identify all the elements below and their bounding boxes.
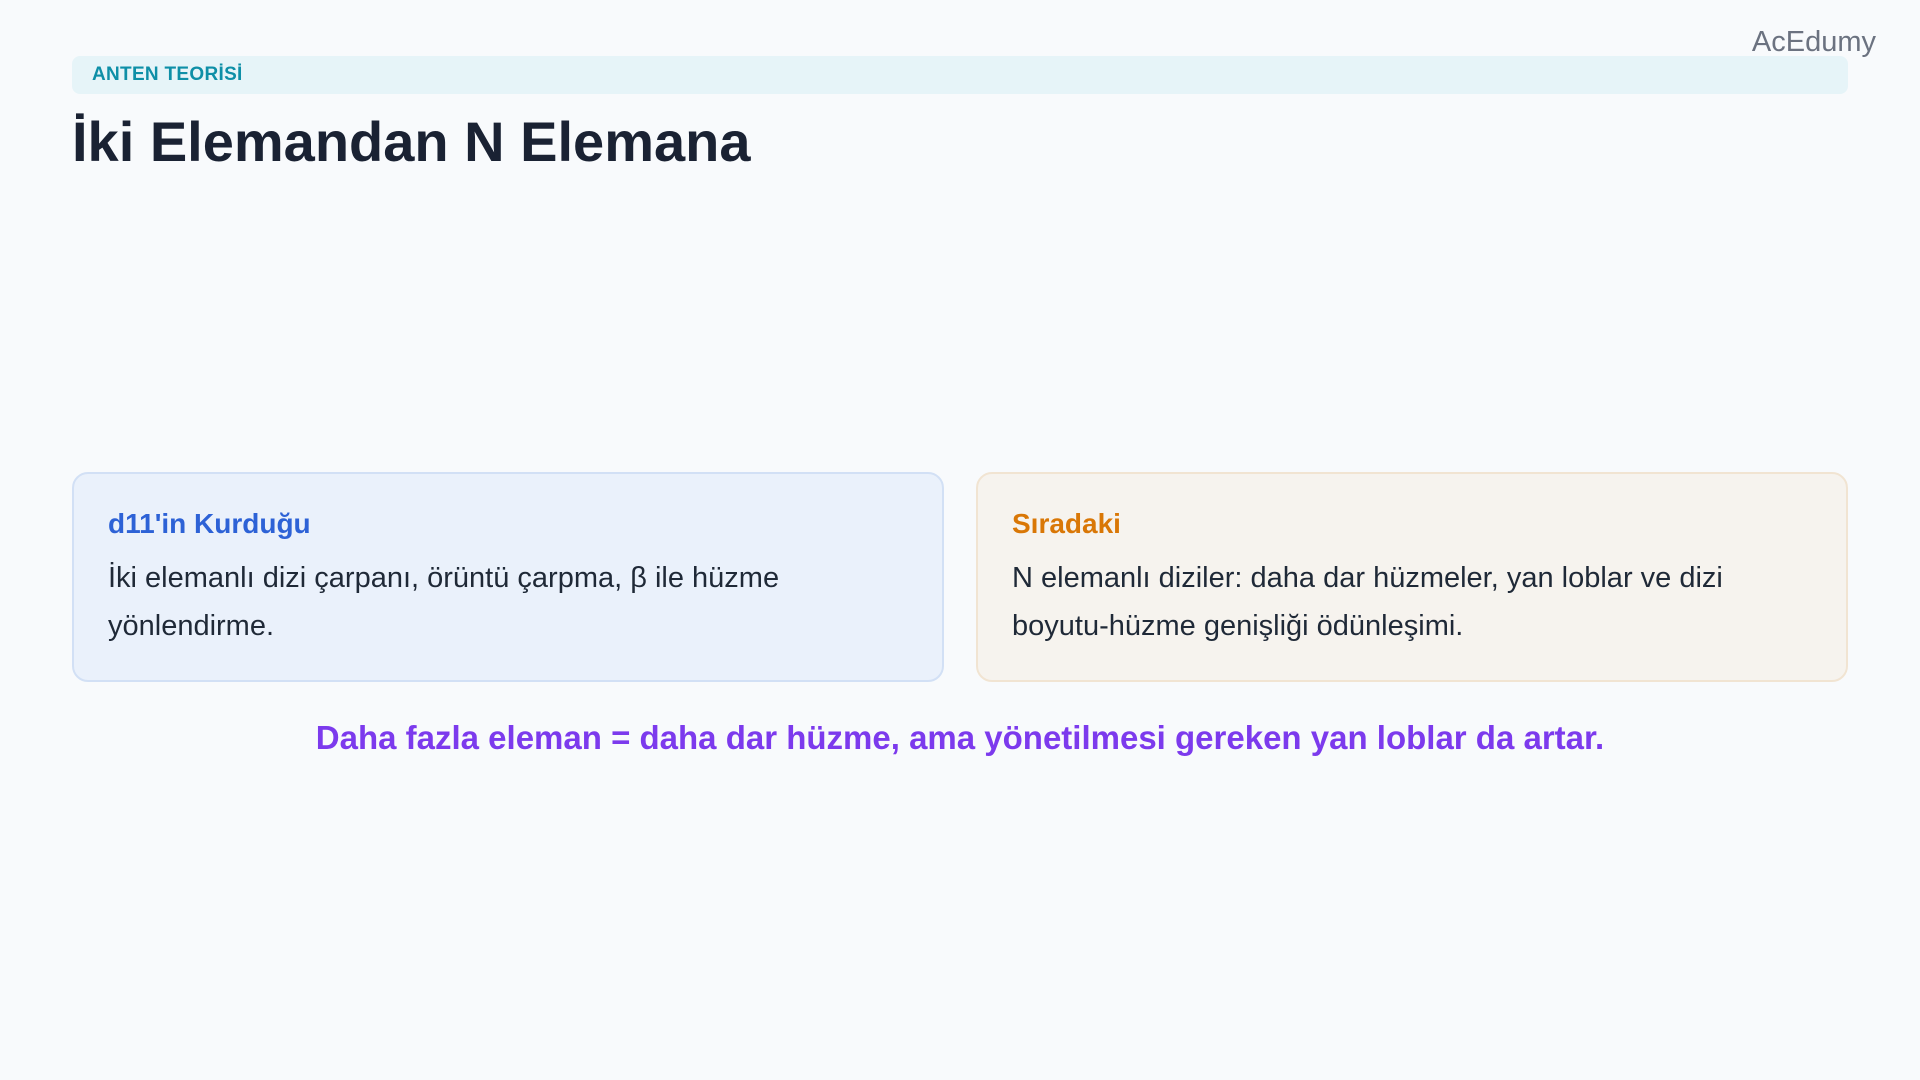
next-topic-body: N elemanlı diziler: daha dar hüzmeler, y… — [1012, 562, 1723, 642]
key-takeaway: Daha fazla eleman = daha dar hüzme, ama … — [315, 719, 1605, 756]
next-topic-title: Sıradaki — [1012, 508, 1121, 539]
current-topic-body: İki elemanlı dizi çarpanı, örüntü çarpma… — [108, 562, 780, 642]
next-topic-card: Sıradaki N elemanlı diziler: daha dar hü… — [976, 472, 1848, 682]
brand-logo: AcEdumy — [1751, 26, 1876, 58]
current-topic-card: d11'in Kurduğu İki elemanlı dizi çarpanı… — [72, 472, 944, 682]
current-topic-title: d11'in Kurduğu — [108, 508, 311, 539]
section-tag: ANTEN TEORİSİ — [72, 56, 1848, 94]
page-title: İki Elemandan N Elemana — [72, 110, 751, 173]
